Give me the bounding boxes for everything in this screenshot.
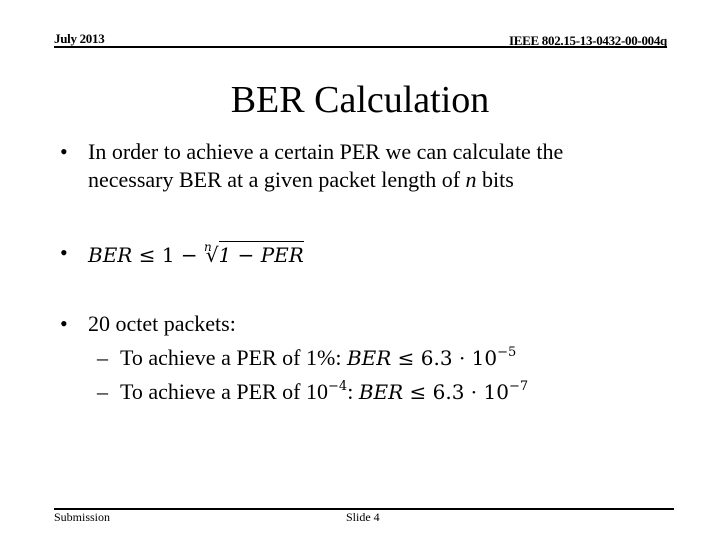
sub-bullet-1-rel: ≤ 6.3 · 10	[391, 346, 498, 370]
sub-bullet-1-exp: −5	[497, 345, 517, 360]
sub-bullet-2-var: BER	[358, 380, 404, 404]
bullet-1-line-2: necessary BER at a given packet length o…	[88, 167, 514, 193]
sub-bullet-2-exp: −7	[508, 379, 529, 394]
sub-bullet-2-text-post: :	[347, 379, 359, 404]
bullet-icon: •	[60, 240, 68, 265]
header-date: July 2013	[54, 31, 105, 46]
sub-bullet-2-text-pre: To achieve a PER of 10	[120, 379, 329, 404]
sub-bullet-2-rel: ≤ 6.3 · 10	[403, 380, 509, 404]
footer-slide-number: Slide 4	[346, 510, 380, 524]
bullet-3-text: 20 octet packets:	[88, 311, 236, 336]
bullet-1-line-1: In order to achieve a certain PER we can…	[88, 139, 564, 164]
bullet-1-text-pre: necessary BER at a given packet length o…	[88, 167, 466, 192]
sub-bullet-2-text-exp: −4	[328, 379, 348, 394]
sub-bullet-1-var: BER	[346, 346, 392, 370]
sub-bullet-1: To achieve a PER of 1%: BER ≤ 6.3 · 10−5	[120, 345, 516, 371]
header-divider	[54, 46, 667, 48]
radicand: 1 − PER	[218, 241, 304, 267]
slide: July 2013 IEEE 802.15-13-0432-00-004q BE…	[0, 0, 720, 540]
slide-title: BER Calculation	[230, 79, 490, 121]
bullet-icon: •	[60, 139, 68, 164]
bullet-1-var-n: n	[465, 167, 477, 192]
bullet-1-text-post: bits	[476, 167, 514, 192]
radical-sign-icon: √	[205, 243, 219, 267]
formula-relation: ≤ 1 −	[132, 243, 205, 267]
dash-icon: –	[97, 345, 108, 370]
bullet-2-formula: BER ≤ 1 − n√1 − PER	[88, 240, 304, 268]
dash-icon: –	[97, 379, 108, 404]
formula-lhs: BER	[88, 243, 133, 267]
bullet-icon: •	[60, 311, 68, 336]
footer-submission: Submission	[54, 510, 111, 524]
sub-bullet-2: To achieve a PER of 10−4: BER ≤ 6.3 · 10…	[120, 379, 528, 405]
sub-bullet-1-text: To achieve a PER of 1%:	[120, 345, 347, 370]
